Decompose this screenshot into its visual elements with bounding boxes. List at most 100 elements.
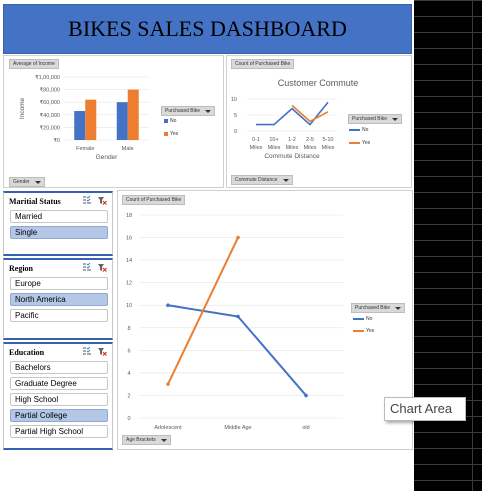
slicer-toolbar: [77, 195, 107, 207]
legend-swatch-yes: [164, 131, 168, 136]
slicer-item[interactable]: Single: [10, 226, 108, 239]
slicer-item[interactable]: North America: [10, 293, 108, 306]
x-tick-label: old: [302, 425, 309, 431]
x-tick-label: Adolescent: [154, 425, 182, 431]
multi-select-icon[interactable]: [83, 346, 92, 356]
y-tick-label: 16: [126, 236, 132, 242]
commute-chart-panel[interactable]: Count of Purchased Bike Customer Commute…: [226, 55, 412, 188]
slicer-item[interactable]: Married: [10, 210, 108, 223]
x-tick-label: 5-10: [322, 137, 333, 143]
commute-distance-filter-button[interactable]: Commute Distance: [231, 175, 293, 185]
y-tick-label: ₹0: [53, 137, 60, 144]
slicer-item[interactable]: Partial College: [10, 409, 108, 422]
slicer-title: Maritial Status: [9, 197, 61, 206]
clear-filter-glyph: [98, 348, 107, 356]
legend-swatch-no: [164, 118, 168, 123]
age-legend-yes-label: Yes: [366, 328, 375, 334]
age-brackets-filter-button[interactable]: Age Brackets: [122, 435, 171, 445]
income-legend-no-label: No: [170, 118, 177, 124]
y-tick-label: 12: [126, 281, 132, 287]
y-tick-label: 0: [127, 416, 130, 422]
y-tick-label: 6: [127, 348, 130, 354]
income-chart-panel[interactable]: Average of Income ₹1,00,000 ₹80,000 ₹60,00…: [3, 55, 224, 188]
dashboard-sheet: BIKES SALES DASHBOARD Average of Income …: [0, 0, 414, 491]
clear-filter-glyph: [98, 197, 107, 205]
y-tick-label: ₹40,000: [40, 112, 60, 119]
dashboard-title: BIKES SALES DASHBOARD: [68, 16, 347, 41]
y-tick-label: 14: [126, 258, 132, 264]
slicer-item[interactable]: High School: [10, 393, 108, 406]
multi-select-icon[interactable]: [83, 195, 92, 205]
y-tick-label: 10: [126, 303, 132, 309]
slicer-item[interactable]: Graduate Degree: [10, 377, 108, 390]
slicer-item[interactable]: Pacific: [10, 309, 108, 322]
chart-area-tooltip: Chart Area: [384, 397, 466, 421]
x-tick-label: 0-1: [252, 137, 260, 143]
y-tick-label: 4: [127, 371, 130, 377]
slicer-toolbar: [77, 262, 107, 274]
slicer-item[interactable]: Bachelors: [10, 361, 108, 374]
bar-yes-female: [85, 99, 97, 140]
income-bar-chart[interactable]: ₹1,00,000 ₹80,000 ₹60,000 ₹40,000 ₹20,000 ₹0 F…: [4, 56, 225, 189]
slicer-title: Education: [9, 348, 45, 357]
slicer-title: Region: [9, 264, 33, 273]
chevron-down-icon: [282, 179, 289, 182]
commute-legend-no: No: [349, 127, 368, 133]
y-tick-label: ₹20,000: [40, 124, 60, 131]
multi-select-icon[interactable]: [83, 262, 92, 272]
y-tick-label: 18: [126, 213, 132, 219]
slicer-item[interactable]: Europe: [10, 277, 108, 290]
data-point-no: [236, 314, 240, 319]
y-tick-label: 2: [127, 393, 130, 399]
x-tick-label: Miles: [250, 145, 263, 151]
y-axis-label: Income: [19, 97, 26, 119]
x-axis-label: Commute Distance: [264, 153, 320, 160]
income-legend-yes-label: Yes: [170, 131, 179, 137]
x-tick-label: Miles: [322, 145, 335, 151]
multi-select-glyph: [83, 195, 91, 204]
multi-select-glyph: [83, 346, 91, 355]
age-legend-button[interactable]: Purchased Bike: [351, 303, 406, 313]
multi-select-glyph: [83, 262, 91, 271]
chevron-down-icon: [34, 181, 41, 184]
commute-legend-button[interactable]: Purchased Bike: [348, 114, 403, 124]
legend-line-no: [353, 317, 364, 320]
income-legend-no: No: [164, 118, 176, 124]
marital-status-slicer[interactable]: Maritial Status Married Single: [3, 191, 113, 256]
commute-legend-yes: Yes: [349, 140, 370, 146]
age-legend-no: No: [353, 316, 372, 322]
commute-legend-no-label: No: [362, 127, 369, 133]
commute-legend-yes-label: Yes: [362, 140, 371, 146]
x-axis-label: Gender: [96, 154, 119, 161]
x-tick-label: Miles: [268, 145, 281, 151]
clear-filter-icon[interactable]: [98, 347, 107, 356]
education-slicer[interactable]: Education Bachelors Graduate Degree High S…: [3, 342, 113, 450]
clear-filter-icon[interactable]: [98, 196, 107, 205]
slicer-toolbar: [77, 346, 107, 358]
clear-filter-icon[interactable]: [98, 263, 107, 272]
x-tick-label: Middle Age: [224, 425, 251, 431]
legend-line-no: [349, 128, 360, 131]
x-tick-label: Female: [76, 146, 94, 152]
x-tick-label: 1-2: [288, 137, 296, 143]
dashboard-header: BIKES SALES DASHBOARD: [3, 4, 412, 54]
chevron-down-icon: [160, 439, 167, 442]
x-tick-label: 10+: [269, 137, 278, 143]
data-point-no: [166, 303, 170, 308]
y-tick-label: 5: [234, 113, 237, 119]
gender-filter-button[interactable]: Gender: [9, 177, 45, 187]
clear-filter-glyph: [98, 264, 107, 272]
income-legend-yes: Yes: [164, 131, 178, 137]
chart-title: Customer Commute: [278, 78, 359, 88]
legend-line-yes: [349, 141, 360, 144]
chevron-down-icon: [392, 118, 399, 121]
y-tick-label: ₹80,000: [40, 87, 60, 94]
chevron-down-icon: [395, 307, 402, 310]
data-point-yes: [166, 382, 170, 386]
region-slicer[interactable]: Region Europe North America Pacific: [3, 258, 113, 340]
y-tick-label: ₹60,000: [40, 99, 60, 106]
age-chart-panel[interactable]: Count of Purchased Bike 18 16 14 12 10 8 6 4 2 0 A…: [117, 190, 413, 450]
income-legend-button[interactable]: Purchased Bike: [161, 106, 216, 116]
slicer-item[interactable]: Partial High School: [10, 425, 108, 438]
gender-filter-label: Gender: [13, 179, 30, 185]
